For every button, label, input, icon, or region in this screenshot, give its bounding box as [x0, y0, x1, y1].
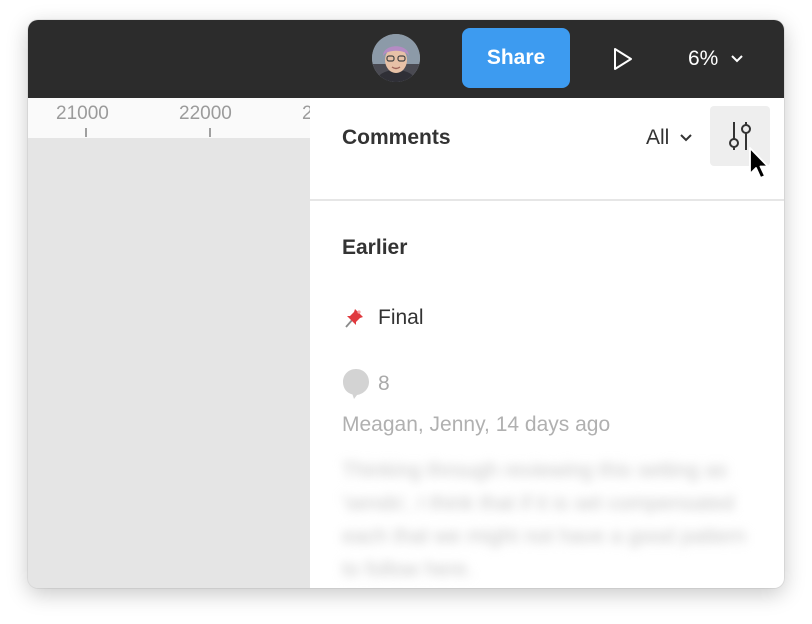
share-button[interactable]: Share [462, 28, 570, 88]
app-window: Share 6% 21000 22000 2 Comments All Earl… [28, 20, 784, 588]
chevron-down-icon [680, 134, 693, 142]
horizontal-ruler: 21000 22000 2 [28, 98, 313, 138]
avatar-image [372, 34, 420, 82]
ruler-tick [85, 128, 87, 137]
sliders-icon [729, 122, 751, 150]
comment-thread[interactable]: Final [342, 306, 424, 330]
zoom-dropdown[interactable]: 6% [688, 44, 744, 74]
design-canvas[interactable] [28, 138, 310, 588]
reply-count[interactable]: 8 [342, 368, 390, 400]
present-button[interactable] [606, 44, 640, 74]
ruler-tick [209, 128, 211, 137]
zoom-label: 6% [688, 47, 719, 70]
user-avatar[interactable] [372, 34, 420, 82]
reply-count-label: 8 [378, 372, 390, 395]
comments-header: Comments All [310, 98, 784, 201]
pushpin-icon [345, 309, 363, 328]
comment-settings-button[interactable] [710, 106, 770, 166]
section-heading: Earlier [342, 236, 408, 259]
comment-bubble-icon [343, 369, 369, 399]
comments-panel: Comments All Earlier Final 8 Meagan, Jen… [310, 98, 784, 588]
thread-title: Final [378, 306, 424, 329]
play-triangle-icon [614, 48, 632, 70]
panel-title: Comments [342, 126, 451, 149]
filter-label: All [646, 126, 670, 149]
top-toolbar: Share 6% [28, 20, 784, 98]
chevron-down-icon [731, 55, 744, 63]
ruler-label: 21000 [56, 103, 109, 124]
thread-preview: Thinking through reviewing this setting … [342, 459, 746, 581]
ruler-label: 22000 [179, 103, 232, 124]
comment-filter-dropdown[interactable]: All [646, 126, 693, 150]
thread-meta: Meagan, Jenny, 14 days ago [342, 413, 611, 436]
